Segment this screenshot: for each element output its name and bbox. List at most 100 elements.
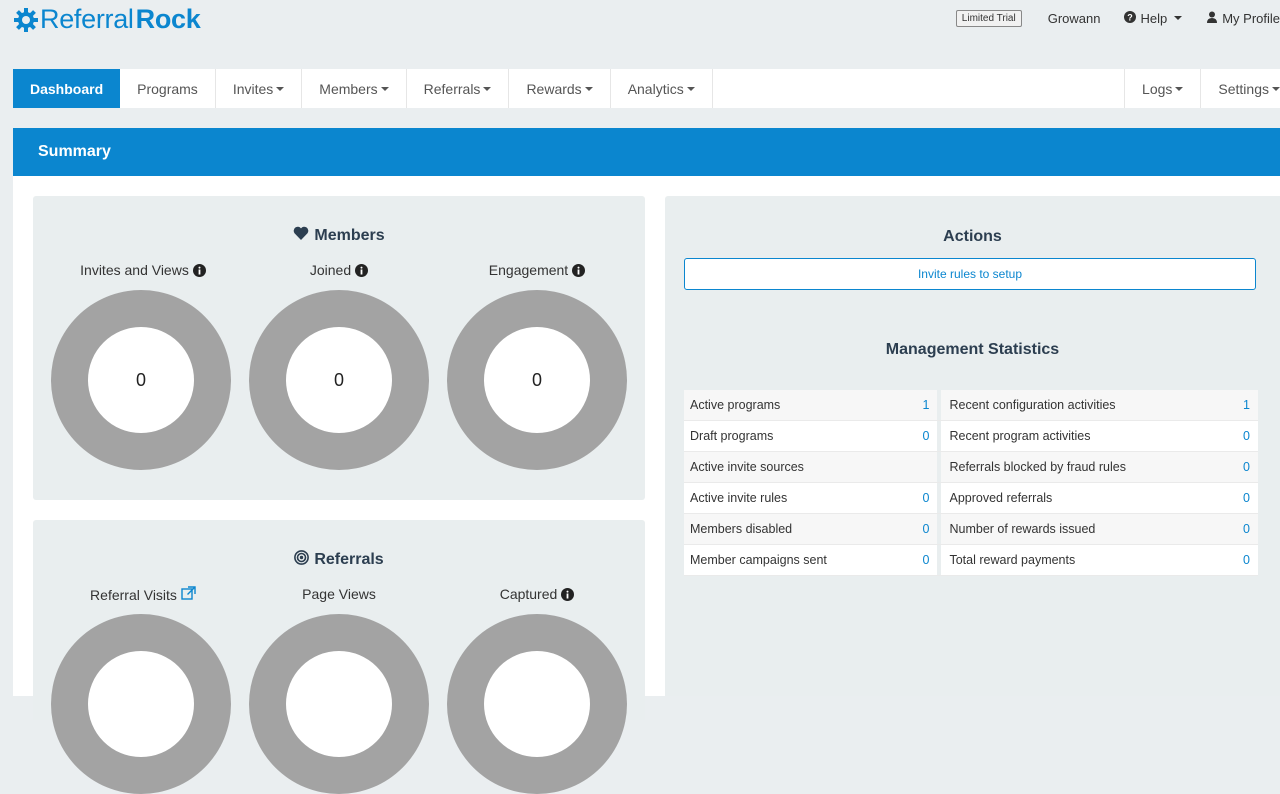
tab-referrals[interactable]: Referrals (407, 69, 510, 108)
page-views-donut (249, 614, 429, 794)
stat-label: Active programs (684, 390, 910, 421)
stat-label: Members disabled (684, 513, 910, 545)
summary-content: Members Invites and Views Joined Engagem… (13, 176, 1280, 794)
stat-label: Total reward payments (941, 544, 1230, 576)
metric-captured-label: Captured (437, 586, 637, 602)
donut-value: 0 (286, 327, 392, 433)
brand-name-part2: Rock (135, 4, 201, 34)
tab-logs[interactable]: Logs (1125, 69, 1202, 108)
metric-label-text: Joined (309, 262, 352, 278)
tab-logs-label: Logs (1142, 80, 1173, 97)
stat-label: Draft programs (684, 420, 910, 452)
heart-icon (293, 226, 309, 245)
members-panel: Members Invites and Views Joined Engagem… (33, 196, 645, 500)
summary-title: Summary (38, 143, 111, 160)
tab-programs[interactable]: Programs (120, 69, 216, 108)
chevron-down-icon (276, 86, 285, 91)
stat-label: Approved referrals (941, 482, 1230, 514)
stat-value-link[interactable]: 0 (1230, 513, 1258, 545)
nav-spacer (713, 69, 1126, 108)
tab-analytics[interactable]: Analytics (611, 69, 713, 108)
referral-visits-donut (51, 614, 231, 794)
info-circle-icon[interactable] (355, 263, 369, 277)
stat-value-link[interactable]: 1 (909, 390, 938, 421)
chevron-down-icon (483, 86, 492, 91)
referrals-panel-title: Referrals (33, 550, 645, 570)
table-row: Member campaigns sent 0 Total reward pay… (684, 544, 1258, 576)
stat-value-link[interactable] (909, 451, 938, 483)
tab-referrals-label: Referrals (423, 80, 481, 97)
help-menu[interactable]: ? Help (1124, 10, 1183, 26)
donut-value: 0 (484, 327, 590, 433)
stat-value-link[interactable]: 0 (909, 482, 938, 514)
tab-dashboard-label: Dashboard (30, 80, 104, 97)
trial-badge: Limited Trial (955, 9, 1022, 27)
donut-hole (88, 651, 194, 757)
info-circle-icon[interactable] (572, 263, 586, 277)
stat-value-link[interactable]: 0 (909, 544, 938, 576)
profile-menu[interactable]: My Profile (1206, 11, 1280, 26)
external-link-icon[interactable] (181, 586, 196, 603)
stat-value-link[interactable]: 0 (909, 513, 938, 545)
chevron-down-icon (1174, 16, 1183, 20)
tab-settings[interactable]: Settings (1201, 69, 1280, 108)
actions-title: Actions (943, 228, 1002, 245)
stat-label: Recent configuration activities (941, 390, 1230, 421)
members-title-text: Members (314, 226, 385, 244)
chevron-down-icon (380, 86, 389, 91)
metric-invites-views-label: Invites and Views (43, 262, 243, 278)
metric-referral-visits-label: Referral Visits (43, 586, 243, 603)
bullseye-icon (294, 550, 310, 570)
stat-value-link[interactable]: 0 (1230, 451, 1258, 483)
chevron-down-icon (584, 86, 593, 91)
metric-label-text: Referral Visits (90, 586, 177, 603)
referrals-panel: Referrals Referral Visits Page Views Cap… (33, 520, 645, 794)
metric-engagement-label: Engagement (437, 262, 637, 278)
user-icon (1206, 11, 1218, 26)
stat-value-link[interactable]: 0 (1230, 420, 1258, 452)
table-row: Draft programs 0 Recent program activiti… (684, 420, 1258, 452)
tab-dashboard[interactable]: Dashboard (13, 69, 121, 108)
management-stats-table: Active programs 1 Recent configuration a… (684, 390, 1258, 576)
donut-hole (286, 651, 392, 757)
info-circle-icon[interactable] (561, 587, 575, 601)
metric-label-text: Invites and Views (80, 262, 189, 278)
summary-header: Summary (13, 128, 1280, 176)
donut-value: 0 (88, 327, 194, 433)
metric-page-views-label: Page Views (239, 586, 439, 602)
gear-icon (14, 7, 38, 32)
question-circle-icon: ? (1124, 10, 1137, 26)
stat-label: Member campaigns sent (684, 544, 910, 576)
chevron-down-icon (686, 86, 695, 91)
stat-value-link[interactable]: 0 (909, 420, 938, 452)
invites-views-donut: 0 (51, 290, 231, 470)
stat-value-link[interactable]: 1 (1230, 390, 1258, 421)
brand-logo[interactable]: Referral Rock (14, 4, 201, 35)
tab-rewards[interactable]: Rewards (509, 69, 611, 108)
table-row: Active invite sources Referrals blocked … (684, 451, 1258, 483)
svg-text:?: ? (1128, 12, 1134, 22)
info-circle-icon[interactable] (192, 263, 206, 277)
tab-invites-label: Invites (232, 80, 274, 97)
stat-value-link[interactable]: 0 (1230, 544, 1258, 576)
top-bar-right: Limited Trial Growann ? Help My Profile (955, 7, 1280, 29)
tab-settings-label: Settings (1218, 80, 1269, 97)
metric-label-text: Engagement (488, 262, 569, 278)
tab-programs-label: Programs (137, 80, 198, 97)
invite-rules-setup-button[interactable]: Invite rules to setup (684, 258, 1256, 290)
captured-donut (447, 614, 627, 794)
metric-label-text: Captured (499, 586, 558, 602)
tab-members[interactable]: Members (302, 69, 407, 108)
main-nav: Dashboard Programs Invites Members Refer… (13, 69, 1280, 108)
chevron-down-icon (1272, 86, 1280, 91)
stat-label: Active invite rules (684, 482, 910, 514)
tab-invites[interactable]: Invites (216, 69, 303, 108)
donut-hole (484, 651, 590, 757)
table-row: Members disabled 0 Number of rewards iss… (684, 513, 1258, 545)
tab-members-label: Members (319, 80, 378, 97)
members-panel-title: Members (33, 226, 645, 245)
referrals-title-text: Referrals (314, 551, 384, 568)
stat-value-link[interactable]: 0 (1230, 482, 1258, 514)
account-link[interactable]: Growann (1048, 11, 1101, 26)
tab-rewards-label: Rewards (526, 80, 582, 97)
